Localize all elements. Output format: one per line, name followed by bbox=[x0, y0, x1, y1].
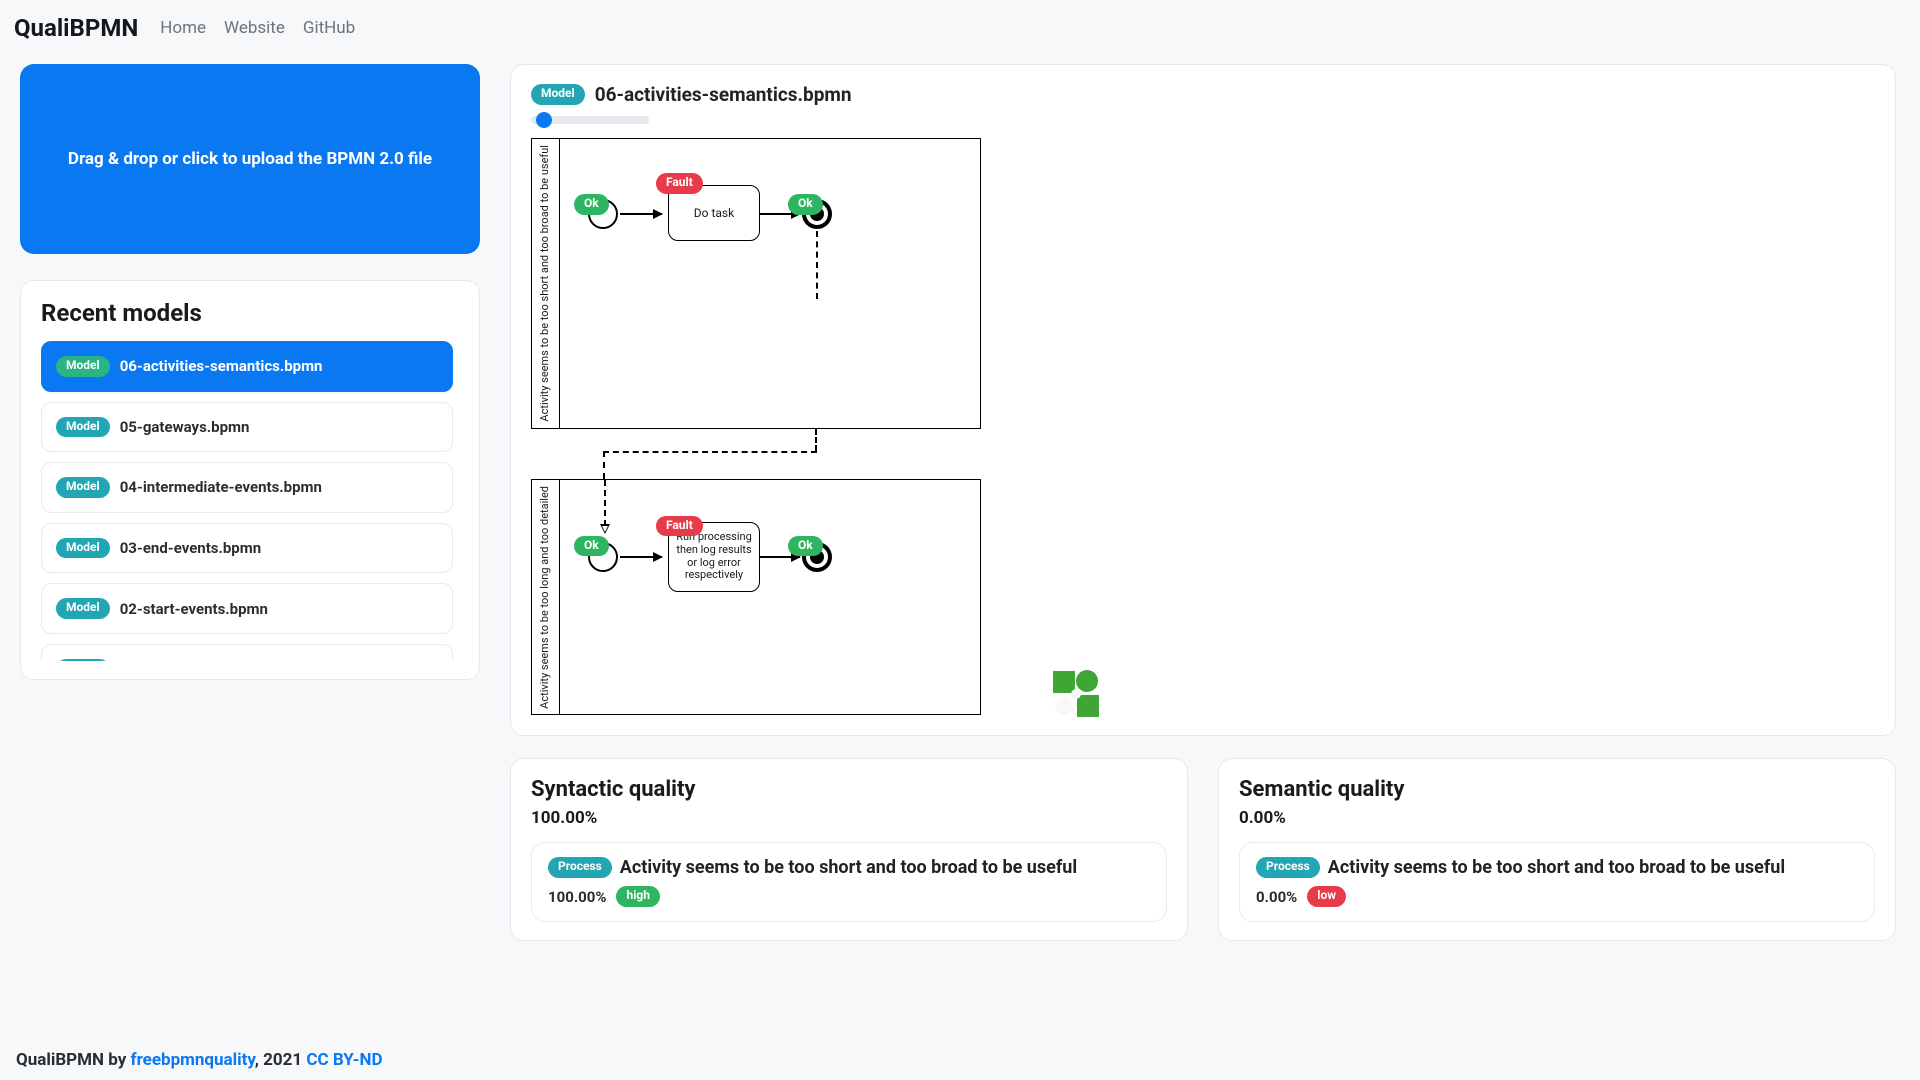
model-item[interactable]: Model 04-intermediate-events.bpmn bbox=[41, 462, 453, 513]
footer-license-link[interactable]: CC BY-ND bbox=[306, 1050, 382, 1070]
pool-1-label: Activity seems to be too short and too b… bbox=[532, 139, 560, 428]
process-card[interactable]: Process Activity seems to be too short a… bbox=[1239, 842, 1875, 922]
model-item-label: 02-start-events.bpmn bbox=[120, 600, 268, 618]
level-badge-low: low bbox=[1307, 886, 1346, 907]
model-chip: Model bbox=[56, 598, 110, 619]
syntactic-quality-card: Syntactic quality 100.00% Process Activi… bbox=[510, 758, 1188, 941]
process-text: Activity seems to be too short and too b… bbox=[620, 857, 1150, 878]
syntactic-pct: 100.00% bbox=[531, 808, 1167, 828]
model-chip: Model bbox=[56, 356, 110, 377]
recent-models-list[interactable]: Model 06-activities-semantics.bpmn Model… bbox=[41, 341, 459, 661]
model-item-label: 04-intermediate-events.bpmn bbox=[120, 478, 322, 496]
nav-link-home[interactable]: Home bbox=[160, 18, 206, 38]
upload-dropzone-label: Drag & drop or click to upload the BPMN … bbox=[68, 149, 432, 169]
model-item-label: 06-activities-semantics.bpmn bbox=[120, 357, 323, 375]
brand-logo[interactable]: QualiBPMN bbox=[14, 14, 138, 42]
navbar: QualiBPMN Home Website GitHub bbox=[0, 0, 1920, 52]
bpmn-canvas[interactable]: Activity seems to be too short and too b… bbox=[531, 138, 1051, 715]
upload-dropzone[interactable]: Drag & drop or click to upload the BPMN … bbox=[20, 64, 480, 254]
viewer-filename: 06-activities-semantics.bpmn bbox=[595, 83, 852, 106]
message-flow bbox=[604, 480, 606, 526]
model-chip: Model bbox=[56, 417, 110, 438]
ok-badge: Ok bbox=[574, 194, 609, 215]
pool-2-label: Activity seems to be too long and too de… bbox=[532, 480, 560, 715]
nav-link-website[interactable]: Website bbox=[224, 18, 285, 38]
process-pct: 100.00% bbox=[548, 888, 606, 906]
model-item-label: 01-tasks.bpmn bbox=[120, 660, 222, 661]
process-chip: Process bbox=[548, 857, 612, 878]
model-chip: Model bbox=[56, 659, 110, 661]
ok-badge: Ok bbox=[788, 194, 823, 215]
nav-links: Home Website GitHub bbox=[160, 18, 355, 38]
nav-link-github[interactable]: GitHub bbox=[303, 18, 355, 38]
model-item[interactable]: Model 06-activities-semantics.bpmn bbox=[41, 341, 453, 392]
footer-year: , 2021 bbox=[255, 1050, 307, 1070]
semantic-pct: 0.00% bbox=[1239, 808, 1875, 828]
model-chip: Model bbox=[531, 84, 585, 105]
viewer-header: Model 06-activities-semantics.bpmn bbox=[531, 83, 1875, 106]
footer-author-link[interactable]: freebpmnquality bbox=[131, 1050, 255, 1070]
semantic-title: Semantic quality bbox=[1239, 777, 1875, 802]
ok-badge: Ok bbox=[788, 536, 823, 557]
left-column: Drag & drop or click to upload the BPMN … bbox=[20, 64, 480, 941]
message-flow bbox=[603, 451, 817, 453]
recent-models-card: Recent models Model 06-activities-semant… bbox=[20, 280, 480, 680]
bpmn-io-logo-icon bbox=[1051, 669, 1101, 719]
message-flow bbox=[815, 429, 817, 451]
fault-badge: Fault bbox=[656, 173, 703, 194]
process-card[interactable]: Process Activity seems to be too short a… bbox=[531, 842, 1167, 922]
pool-1-lane: Ok Fault Do task Ok bbox=[560, 139, 980, 299]
right-column: Model 06-activities-semantics.bpmn Activ… bbox=[510, 64, 1896, 941]
viewer-card: Model 06-activities-semantics.bpmn Activ… bbox=[510, 64, 1896, 736]
syntactic-title: Syntactic quality bbox=[531, 777, 1167, 802]
model-item[interactable]: Model 02-start-events.bpmn bbox=[41, 583, 453, 634]
footer-prefix: QualiBPMN by bbox=[16, 1050, 131, 1070]
task-label: Do task bbox=[694, 206, 734, 220]
fault-badge: Fault bbox=[656, 516, 703, 537]
pool-2-lane: Ok Fault Run processing then log results… bbox=[560, 480, 980, 634]
sequence-flow bbox=[620, 556, 662, 558]
process-pct: 0.00% bbox=[1256, 888, 1297, 906]
level-badge-high: high bbox=[616, 886, 659, 907]
main-grid: Drag & drop or click to upload the BPMN … bbox=[0, 52, 1920, 941]
message-arrowhead-icon bbox=[600, 524, 610, 534]
process-chip: Process bbox=[1256, 857, 1320, 878]
sequence-flow bbox=[620, 213, 662, 215]
model-item-label: 05-gateways.bpmn bbox=[120, 418, 250, 436]
model-chip: Model bbox=[56, 477, 110, 498]
zoom-slider[interactable] bbox=[531, 116, 649, 124]
message-flow bbox=[603, 451, 605, 479]
pool-2: Activity seems to be too long and too de… bbox=[531, 479, 981, 716]
zoom-control-row bbox=[531, 116, 1875, 124]
footer: QualiBPMN by freebpmnquality, 2021 CC BY… bbox=[0, 1037, 1920, 1080]
model-item-label: 03-end-events.bpmn bbox=[120, 539, 261, 557]
ok-badge: Ok bbox=[574, 536, 609, 557]
model-item[interactable]: Model 05-gateways.bpmn bbox=[41, 402, 453, 453]
recent-models-title: Recent models bbox=[41, 299, 459, 327]
quality-row: Syntactic quality 100.00% Process Activi… bbox=[510, 758, 1896, 941]
pool-1: Activity seems to be too short and too b… bbox=[531, 138, 981, 429]
model-chip: Model bbox=[56, 538, 110, 559]
sequence-flow bbox=[760, 556, 800, 558]
task-label: Run processing then log results or log e… bbox=[675, 531, 753, 582]
model-item[interactable]: Model 01-tasks.bpmn bbox=[41, 644, 453, 661]
message-flow bbox=[816, 231, 818, 299]
model-item[interactable]: Model 03-end-events.bpmn bbox=[41, 523, 453, 574]
process-text: Activity seems to be too short and too b… bbox=[1328, 857, 1858, 878]
semantic-quality-card: Semantic quality 0.00% Process Activity … bbox=[1218, 758, 1896, 941]
